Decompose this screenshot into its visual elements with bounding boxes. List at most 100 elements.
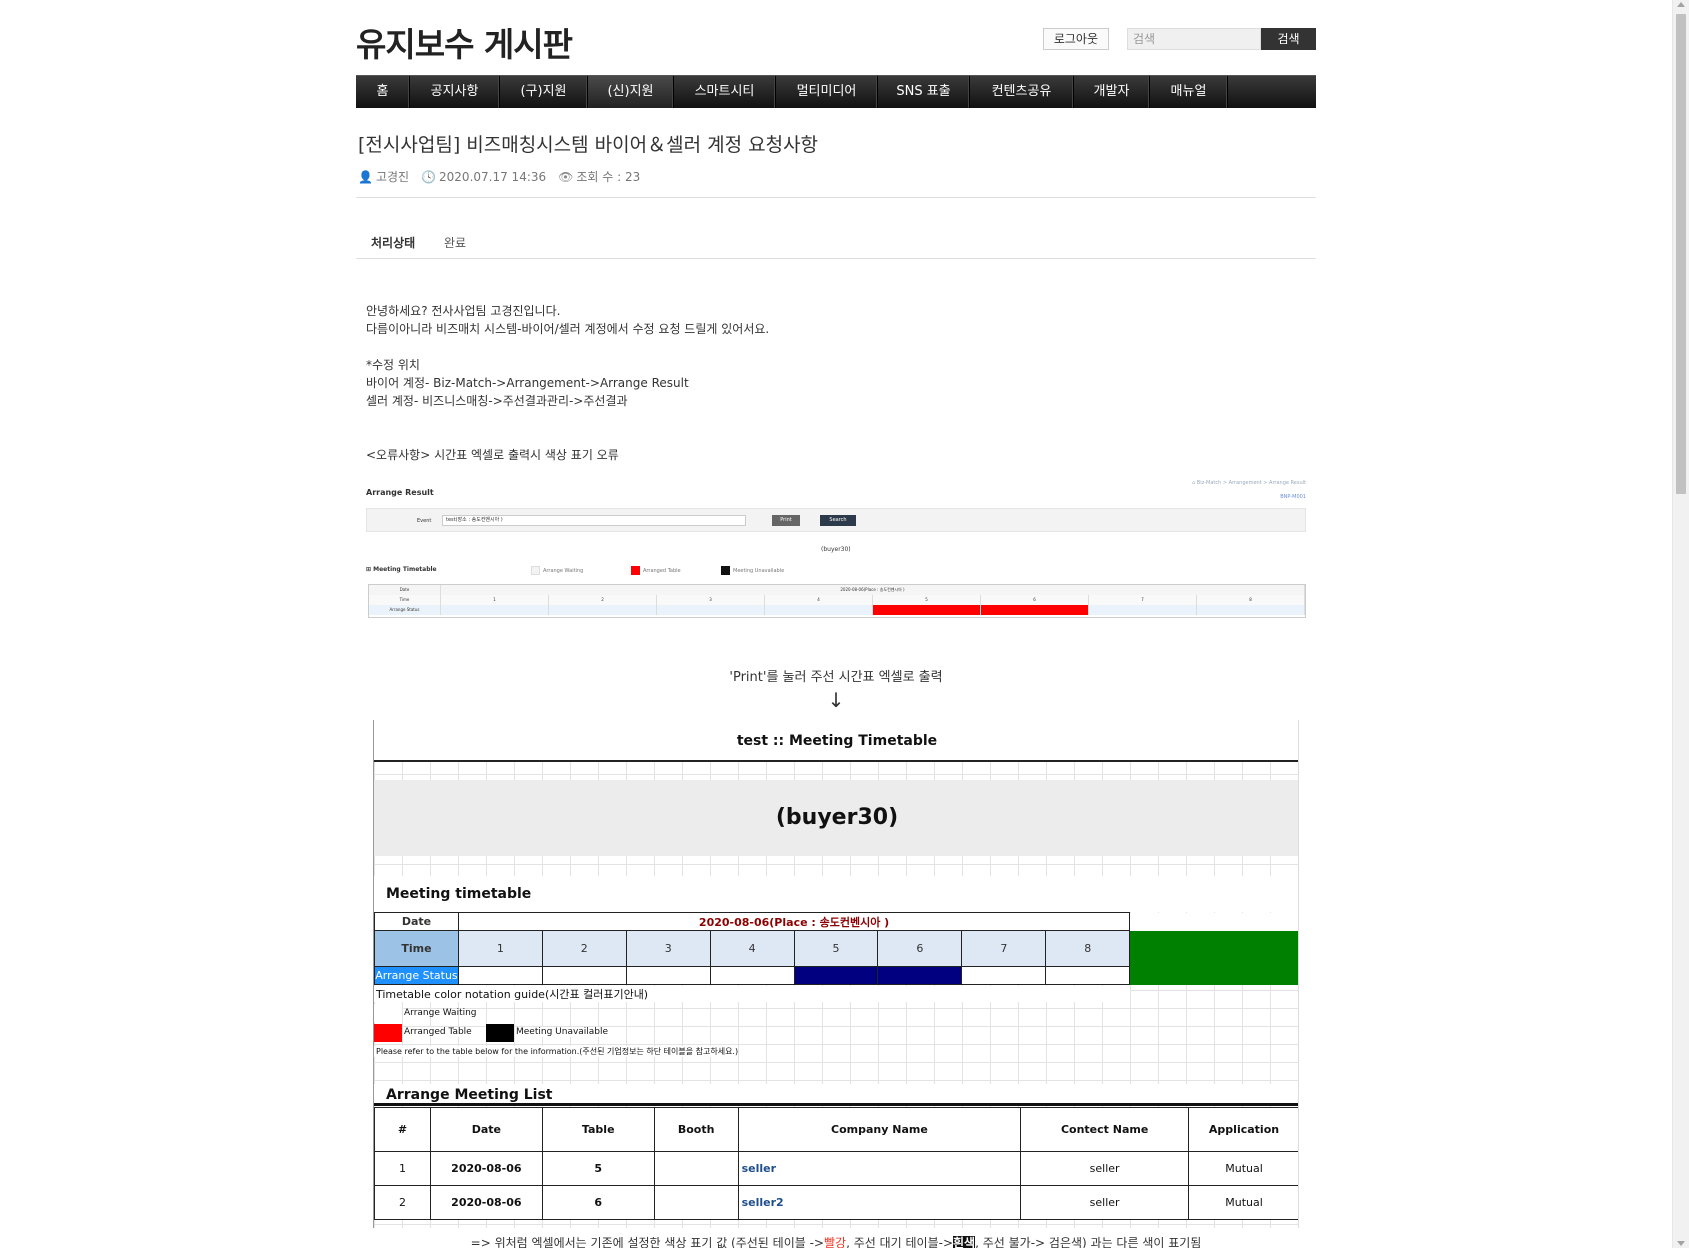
note-part: => 위처럼 엑셀에서는 기존에 설정한 색상 표기 값 (주선된 테이블 -> [470,1236,824,1248]
table-row: 2 2020-08-06 6 seller2 seller Mutual [374,1185,1298,1220]
shot-print-button: Print [772,515,800,526]
col-header: Contect Name [1020,1107,1190,1152]
shot-status-slot [1089,605,1197,615]
shot-time-slot: 5 [873,595,981,605]
post-meta: 👤 고경진 🕓 2020.07.17 14:36 👁 조회 수 : 23 [358,168,640,185]
shot-legend-waiting: Arrange Waiting [531,566,583,575]
table-row: 1 2020-08-06 5 seller seller Mutual [374,1151,1298,1186]
col-header: Date [429,1107,543,1152]
date-text: 2020.07.17 14:36 [439,169,547,184]
main-navigation: 홈 공지사항 (구)지원 (신)지원 스마트시티 멀티미디어 SNS 표출 컨텐… [356,75,1316,108]
excel-output-screenshot: test :: Meeting Timetable (buyer30) Meet… [373,720,1299,1228]
excel-date-value: 2020-08-06(Place : 송도컨벤시아 ) [457,912,1131,931]
scroll-down-icon[interactable] [1677,1241,1685,1246]
eye-icon: 👁 [558,170,574,184]
nav-item-home[interactable]: 홈 [356,76,410,108]
cell-number: 1 [374,1151,431,1186]
body-line: 안녕하세요? 전사사업팀 고경진입니다. [366,304,561,318]
excel-legend-arranged: Arranged Table [404,1027,472,1037]
cell-contact: seller [1020,1185,1190,1220]
down-arrow-icon: ↓ [827,688,845,712]
excel-time-slot: 3 [625,930,711,967]
excel-date-label: Date [374,912,459,931]
excel-status-slot [1045,966,1131,985]
cell-application: Mutual [1188,1185,1298,1220]
shot-status-slot [441,605,549,615]
excel-refer-note: Please refer to the table below for the … [374,1046,739,1057]
nav-item-developer[interactable]: 개발자 [1074,76,1150,108]
note-highlight: 흰색 [953,1236,976,1248]
scrollbar-thumb[interactable] [1676,14,1686,494]
search-button[interactable]: 검색 [1261,28,1316,50]
shot-status-slot [1197,605,1305,615]
excel-time-slot: 4 [709,930,795,967]
nav-item-smartcity[interactable]: 스마트시티 [674,76,776,108]
excel-status-slot [541,966,627,985]
excel-buyer: (buyer30) [374,780,1298,856]
cell-contact: seller [1020,1151,1190,1186]
shot-date-label: Date [369,585,441,595]
shot-legend-unavailable: Meeting Unavailable [721,566,784,575]
scroll-up-icon[interactable] [1677,2,1685,7]
status-label: 처리상태 [371,236,416,250]
excel-status-slot [457,966,543,985]
author-name[interactable]: 고경진 [376,170,409,184]
body-line: 셀러 계정- 비즈니스매칭->주선결과관리->주선결과 [366,394,628,408]
black-swatch-icon [721,566,730,575]
nav-item-old-support[interactable]: (구)지원 [500,76,588,108]
arrange-meeting-list-table: # Date Table Booth Company Name Contect … [374,1107,1298,1220]
excel-time-slot: 1 [457,930,543,967]
shot-status-slot [765,605,873,615]
nav-item-notice[interactable]: 공지사항 [410,76,500,108]
note-part: , 주선 대기 테이블-> [846,1236,954,1248]
excel-time-slot: 2 [541,930,627,967]
shot-title: Arrange Result [366,488,434,497]
excel-legend-waiting: Arrange Waiting [404,1008,477,1018]
status-row: 처리상태 완료 [356,228,1316,259]
shot-time-slot: 7 [1089,595,1197,605]
print-caption: 'Print'를 눌러 주선 시간표 엑셀로 출력 [729,670,943,685]
cell-table: 6 [541,1185,655,1220]
excel-time-slot: 6 [877,930,963,967]
note-part: , 주선 불가-> 검은색) 과는 다른 색이 표기됨 [975,1236,1202,1248]
excel-status-slot [961,966,1047,985]
body-line: 다름이아니라 비즈매치 시스템-바이어/셀러 계정에서 수정 요청 드릴게 있어… [366,322,770,336]
logout-button[interactable]: 로그아웃 [1042,28,1109,50]
shot-legend-arranged: Arranged Table [631,566,681,575]
nav-item-new-support[interactable]: (신)지원 [588,76,674,108]
shot-code: BNP-M001 [1280,494,1306,500]
cell-booth [653,1185,739,1220]
excel-time-slot: 7 [961,930,1047,967]
nav-item-multimedia[interactable]: 멀티미디어 [776,76,878,108]
vertical-scrollbar[interactable] [1672,0,1689,1248]
col-header: Table [541,1107,655,1152]
excel-status-slot [877,966,963,985]
nav-item-content-share[interactable]: 컨텐츠공유 [970,76,1074,108]
shot-time-slot: 4 [765,595,873,605]
site-title[interactable]: 유지보수 게시판 [356,18,573,66]
cell-date: 2020-08-06 [429,1151,543,1186]
status-value: 완료 [444,236,467,250]
excel-legend-unavailable: Meeting Unavailable [516,1027,609,1037]
cell-table: 5 [541,1151,655,1186]
shot-time-slot: 3 [657,595,765,605]
shot-event-input: test(장소 : 송도컨벤시아 ) [442,515,746,526]
unavailable-swatch [486,1024,514,1042]
nav-item-sns[interactable]: SNS 표출 [878,76,970,108]
red-swatch-icon [631,566,640,575]
post-author[interactable]: 👤 고경진 [358,168,409,185]
nav-item-manual[interactable]: 매뉴얼 [1150,76,1228,108]
excel-status-label: Arrange Status [374,966,459,985]
arrange-result-screenshot: Arrange Result ⌂ Biz-Match > Arrangement… [366,478,1306,618]
shot-status-slot [981,605,1089,615]
col-header: Company Name [737,1107,1022,1152]
cell-number: 2 [374,1185,431,1220]
shot-status-slot [873,605,981,615]
excel-time-label: Time [374,930,459,967]
excel-color-guide: Timetable color notation guide(시간표 컬러표기안… [374,986,1130,1002]
search-input[interactable]: 검색 [1127,28,1261,50]
color-error-note: => 위처럼 엑셀에서는 기존에 설정한 색상 표기 값 (주선된 테이블 ->… [356,1234,1316,1248]
post-views: 👁 조회 수 : 23 [558,168,640,185]
shot-time-slot: 8 [1197,595,1305,605]
col-header: Application [1188,1107,1298,1152]
